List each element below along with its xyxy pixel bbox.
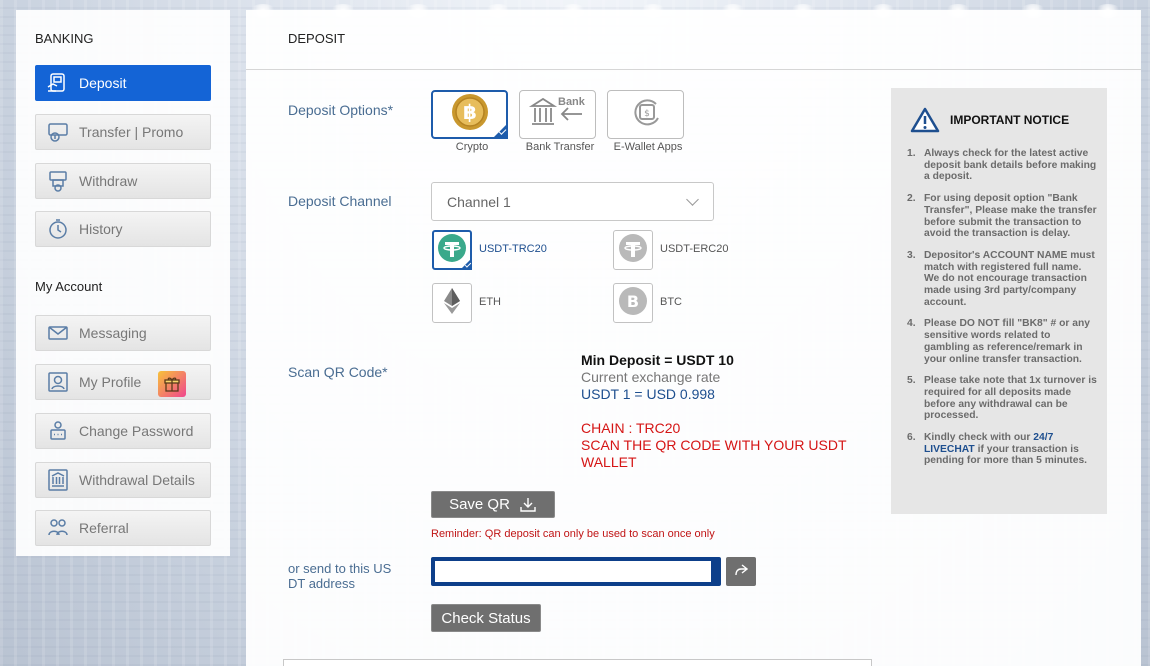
save-qr-label: Save QR (449, 496, 510, 513)
notice-item: 1. Always check for the latest active dep… (907, 148, 1097, 183)
scan-instruction-line1: SCAN THE QR CODE WITH YOUR USDT (581, 437, 847, 453)
notice-item: 6. Kindly check with our 24/7 LIVECHAT if… (907, 432, 1088, 467)
send-address-label-line2: DT address (288, 576, 355, 591)
notice-list: 1. Always check for the latest active dep… (907, 148, 1097, 477)
deposit-option-crypto[interactable]: ฿ (431, 90, 508, 139)
min-deposit-text: Min Deposit = USDT 10 (581, 352, 734, 368)
coin-option-eth[interactable] (432, 283, 472, 323)
sidebar-item-label: Referral (79, 520, 129, 536)
password-icon (46, 419, 70, 443)
bank-tile-text: Bank (558, 96, 585, 108)
sidebar-item-label: History (79, 221, 123, 237)
coin-option-label: USDT-ERC20 (660, 243, 729, 255)
deposit-icon (46, 71, 70, 95)
sidebar-item-my-profile[interactable]: My Profile (35, 364, 211, 400)
svg-text:$: $ (644, 109, 650, 119)
svg-text:฿: ฿ (463, 100, 477, 124)
sidebar-item-label: Withdraw (79, 173, 138, 189)
important-notice: IMPORTANT NOTICE 1. Always check for the … (891, 88, 1107, 514)
notice-title: IMPORTANT NOTICE (950, 113, 1070, 127)
exchange-rate-value: USDT 1 = USD 0.998 (581, 386, 715, 402)
tether-icon (618, 233, 648, 268)
profile-icon (46, 370, 70, 394)
notice-item: 3. Depositor's ACCOUNT NAME must match wi… (907, 249, 1095, 308)
coin-option-usdt-erc20[interactable] (613, 230, 653, 270)
sidebar-item-label: My Profile (79, 374, 142, 390)
sidebar-item-withdrawal-details[interactable]: Withdrawal Details (35, 462, 211, 498)
sidebar-item-messaging[interactable]: Messaging (35, 315, 211, 351)
chain-text: CHAIN : TRC20 (581, 420, 681, 436)
deposit-option-ewallet[interactable]: $ (607, 90, 684, 139)
save-qr-button[interactable]: Save QR (431, 491, 555, 518)
gift-icon[interactable] (158, 371, 186, 397)
bitcoin-icon: ฿ (450, 92, 490, 137)
scan-qr-label: Scan QR Code* (288, 364, 388, 380)
deposit-option-label: E-Wallet Apps (613, 141, 683, 153)
sidebar: BANKING Deposit Transfer | Promo Withdra… (16, 10, 230, 556)
sidebar-item-label: Deposit (79, 75, 127, 91)
sidebar-item-label: Change Password (79, 423, 194, 439)
channel-select[interactable]: Channel 1 (431, 182, 714, 221)
my-account-section-title: My Account (35, 279, 103, 294)
envelope-icon (46, 321, 70, 345)
sidebar-item-history[interactable]: History (35, 211, 211, 247)
page-title: DEPOSIT (288, 31, 346, 46)
warning-icon (910, 107, 940, 138)
deposit-channel-label: Deposit Channel (288, 193, 392, 209)
history-icon (46, 217, 70, 241)
notice-item: 5. Please take note that 1x turnover is r… (907, 375, 1097, 422)
selected-check-icon (492, 123, 508, 139)
selected-check-icon (460, 258, 472, 270)
scan-instruction-line2: WALLET (581, 454, 637, 470)
qr-reminder: Reminder: QR deposit can only be used to… (431, 528, 715, 540)
notice-item: 2. For using deposit option "Bank Transfe… (907, 193, 1097, 240)
coin-option-label: BTC (660, 296, 682, 308)
sidebar-item-label: Withdrawal Details (79, 472, 195, 488)
withdraw-icon (46, 169, 70, 193)
panel-header: DEPOSIT (246, 10, 1141, 70)
coin-option-btc[interactable]: B (613, 283, 653, 323)
chevron-down-icon (686, 193, 699, 206)
deposit-option-label: Bank Transfer (525, 141, 595, 153)
referral-icon (46, 516, 70, 540)
sidebar-item-withdraw[interactable]: Withdraw (35, 163, 211, 199)
banking-section-title: BANKING (35, 31, 94, 46)
ewallet-icon: $ (626, 92, 666, 137)
channel-select-value: Channel 1 (447, 194, 511, 210)
coin-option-label: USDT-TRC20 (479, 243, 547, 255)
coin-option-usdt-trc20[interactable] (432, 230, 472, 270)
ethereum-icon (437, 286, 467, 321)
sidebar-item-deposit[interactable]: Deposit (35, 65, 211, 101)
sidebar-item-label: Messaging (79, 325, 147, 341)
bank-details-icon (46, 468, 70, 492)
deposit-option-label: Crypto (455, 141, 489, 153)
notice-item: 4. Please DO NOT fill "BK8" # or any sens… (907, 318, 1090, 365)
usdt-address-field[interactable] (431, 557, 721, 586)
coin-option-label: ETH (479, 296, 501, 308)
sidebar-item-referral[interactable]: Referral (35, 510, 211, 546)
share-arrow-icon (734, 563, 749, 581)
qr-info: Min Deposit = USDT 10 Current exchange r… (581, 352, 847, 471)
sidebar-item-label: Transfer | Promo (79, 124, 184, 140)
sidebar-item-transfer-promo[interactable]: Transfer | Promo (35, 114, 211, 150)
svg-text:B: B (627, 292, 639, 311)
deposit-options-label: Deposit Options* (288, 102, 394, 118)
send-address-label-line1: or send to this US (288, 561, 392, 576)
bottom-content-box (283, 659, 872, 666)
send-address-label: or send to this US DT address (288, 561, 391, 591)
copy-address-button[interactable] (726, 557, 756, 586)
download-icon (519, 497, 537, 513)
check-status-button[interactable]: Check Status (431, 604, 541, 632)
bitcoin-icon: B (618, 286, 648, 321)
exchange-rate-label: Current exchange rate (581, 369, 721, 385)
sidebar-item-change-password[interactable]: Change Password (35, 413, 211, 449)
deposit-option-bank-transfer[interactable]: Bank (519, 90, 596, 139)
deposit-panel: DEPOSIT Deposit Options* ฿ Crypto Bank B… (246, 10, 1141, 666)
transfer-icon (46, 120, 70, 144)
